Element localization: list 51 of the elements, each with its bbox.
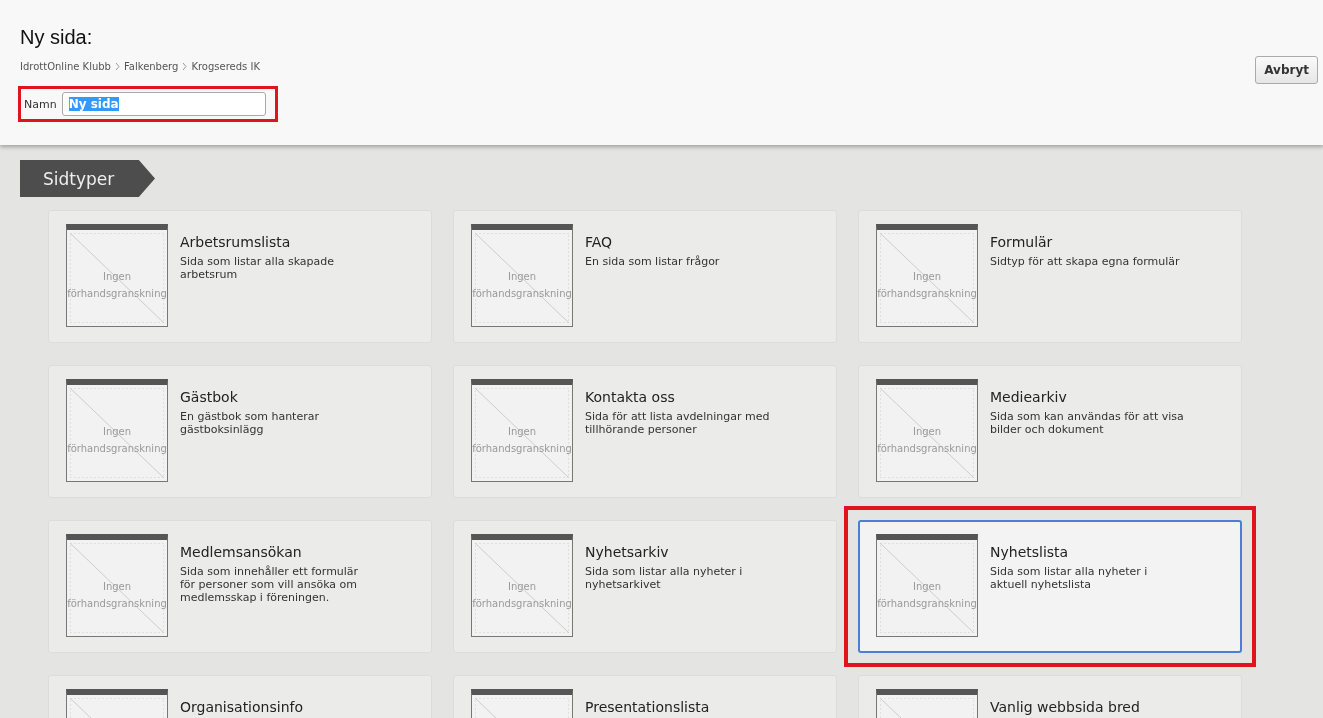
card-description: Sida som listar alla nyheter i nyhetsarkivet bbox=[585, 565, 744, 591]
card-description: Sida som listar alla nyheter i aktuell nyhetslista bbox=[990, 565, 1149, 591]
card-title: Mediearkiv bbox=[990, 389, 1068, 405]
page-type-card[interactable]: Ingen förhandsgranskning Kontakta oss Sida för att lista avdelningar med tillhörande personer bbox=[453, 365, 837, 498]
card-title: Arbetsrumslista bbox=[180, 234, 292, 250]
card-description: En sida som listar frågor bbox=[585, 255, 721, 268]
card-title: Gästbok bbox=[180, 389, 239, 405]
page-type-card[interactable]: Ingen förhandsgranskning FAQ En sida som listar frågor bbox=[453, 210, 837, 343]
page-type-card[interactable]: Organisationsinfo bbox=[48, 675, 432, 718]
page-type-card[interactable]: Presentationslista bbox=[453, 675, 837, 718]
name-label: Namn bbox=[24, 97, 57, 111]
page-type-card[interactable]: Ingen förhandsgranskning Nyhetslista Sida som listar alla nyheter i aktuell nyhetslista bbox=[858, 520, 1242, 653]
preview-placeholder: Ingen förhandsgranskning bbox=[471, 534, 573, 637]
card-title: Kontakta oss bbox=[585, 389, 676, 405]
preview-placeholder: Ingen förhandsgranskning bbox=[876, 379, 978, 482]
card-description: En gästbok som hanterar gästboksinlägg bbox=[180, 410, 320, 436]
card-title: Medlemsansökan bbox=[180, 544, 303, 560]
preview-placeholder: Ingen förhandsgranskning bbox=[876, 224, 978, 327]
card-title: Presentationslista bbox=[585, 699, 711, 715]
preview-placeholder: Ingen förhandsgranskning bbox=[66, 379, 168, 482]
page-type-card[interactable]: Vanlig webbsida bred bbox=[858, 675, 1242, 718]
preview-placeholder: Ingen förhandsgranskning bbox=[876, 534, 978, 637]
breadcrumb-link[interactable]: Falkenberg bbox=[123, 61, 179, 72]
section-tag: Sidtyper bbox=[20, 160, 155, 197]
preview-placeholder: Ingen förhandsgranskning bbox=[471, 379, 573, 482]
page-title: Ny sida: bbox=[20, 26, 93, 49]
breadcrumb-link[interactable]: Krogsereds IK bbox=[191, 61, 260, 72]
card-description: Sida som listar alla skapade arbetsrum bbox=[180, 255, 336, 281]
card-description: Sida som kan användas för att visa bilder och dokument bbox=[990, 410, 1185, 436]
page-type-card[interactable]: Ingen förhandsgranskning Nyhetsarkiv Sida som listar alla nyheter i nyhetsarkivet bbox=[453, 520, 837, 653]
page-type-card[interactable]: Ingen förhandsgranskning Mediearkiv Sida som kan användas för att visa bilder och dokument bbox=[858, 365, 1242, 498]
card-title: FAQ bbox=[585, 234, 614, 250]
page-type-card[interactable]: Ingen förhandsgranskning Gästbok En gästbok som hanterar gästboksinlägg bbox=[48, 365, 432, 498]
card-title: Formulär bbox=[990, 234, 1054, 250]
card-description: Sida som innehåller ett formulär för personer som vill ansöka om medlemsskap i föreningen. bbox=[180, 565, 360, 604]
card-title: Nyhetsarkiv bbox=[585, 544, 670, 560]
preview-placeholder: Ingen förhandsgranskning bbox=[66, 534, 168, 637]
card-description: Sida för att lista avdelningar med tillhörande personer bbox=[585, 410, 771, 436]
page-type-card[interactable]: Ingen förhandsgranskning Formulär Sidtyp för att skapa egna formulär bbox=[858, 210, 1242, 343]
preview-placeholder: Ingen förhandsgranskning bbox=[66, 224, 168, 327]
page-type-card[interactable]: Ingen förhandsgranskning Arbetsrumslista Sida som listar alla skapade arbetsrum bbox=[48, 210, 432, 343]
page-type-card[interactable]: Ingen förhandsgranskning Medlemsansökan Sida som innehåller ett formulär för personer som vill ansöka om medlemsskap i föreningen. bbox=[48, 520, 432, 653]
breadcrumb-link[interactable]: IdrottOnline Klubb bbox=[20, 61, 111, 72]
card-title: Organisationsinfo bbox=[180, 699, 304, 715]
card-description: Sidtyp för att skapa egna formulär bbox=[990, 255, 1181, 268]
cancel-button[interactable]: Avbryt bbox=[1255, 56, 1318, 84]
card-title: Vanlig webbsida bred bbox=[990, 699, 1141, 715]
chevron-icon bbox=[114, 62, 120, 71]
card-title: Nyhetslista bbox=[990, 544, 1070, 560]
chevron-icon bbox=[182, 62, 188, 71]
preview-placeholder: Ingen förhandsgranskning bbox=[471, 224, 573, 327]
